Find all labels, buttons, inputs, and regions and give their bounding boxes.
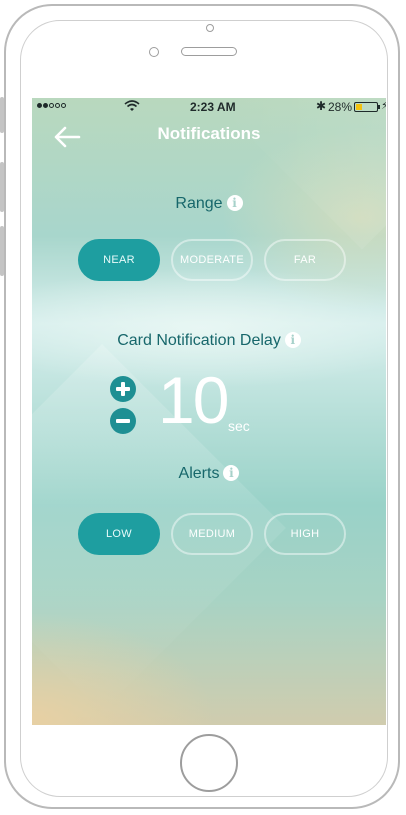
charging-bolt-icon: ⚡ (381, 100, 386, 112)
delay-value: 10 (158, 363, 229, 437)
earpiece-speaker (181, 47, 237, 56)
signal-strength-icon (37, 103, 66, 108)
front-camera (206, 24, 214, 32)
volume-down-button (0, 226, 4, 276)
page-title: Notifications (157, 124, 261, 143)
range-section-label: Range i (32, 195, 386, 213)
background-facet (220, 98, 386, 250)
range-label: Range (175, 195, 223, 212)
info-icon[interactable]: i (284, 332, 301, 348)
signal-dot (37, 103, 42, 108)
signal-dot (43, 103, 48, 108)
alert-option-medium[interactable]: MEDIUM (171, 513, 253, 555)
mute-switch (0, 97, 4, 133)
battery-tip (378, 105, 380, 109)
plus-circle-icon[interactable] (110, 376, 136, 402)
signal-dot (55, 103, 60, 108)
signal-dot (49, 103, 54, 108)
status-bar: 2:23 AM ✱ 28% ⚡ (32, 98, 386, 116)
proximity-sensor (149, 47, 159, 57)
battery-icon (354, 102, 378, 112)
delay-unit: sec (228, 418, 250, 434)
wifi-icon (124, 100, 140, 111)
volume-up-button (0, 162, 4, 212)
range-option-far[interactable]: FAR (264, 239, 346, 281)
signal-dot (61, 103, 66, 108)
alerts-label: Alerts (178, 465, 220, 482)
delay-stepper (110, 376, 140, 436)
alert-option-high[interactable]: HIGH (264, 513, 346, 555)
range-option-near[interactable]: NEAR (78, 239, 160, 281)
alerts-section-label: Alerts i (32, 465, 386, 483)
range-option-moderate[interactable]: MODERATE (171, 239, 253, 281)
delay-label: Card Notification Delay (117, 332, 281, 349)
home-button[interactable] (180, 734, 238, 792)
status-time: 2:23 AM (190, 100, 236, 114)
battery-percent: 28% (328, 100, 353, 114)
info-icon[interactable]: i (223, 465, 240, 481)
bluetooth-icon: ✱ (316, 99, 327, 113)
alert-option-low[interactable]: LOW (78, 513, 160, 555)
battery-level-fill (356, 104, 362, 110)
info-icon[interactable]: i (226, 195, 243, 211)
app-screen: 2:23 AM ✱ 28% ⚡ Notifications Range i NEA… (32, 98, 386, 725)
delay-section-label: Card Notification Delay i (32, 332, 386, 350)
minus-circle-icon[interactable] (110, 408, 136, 434)
